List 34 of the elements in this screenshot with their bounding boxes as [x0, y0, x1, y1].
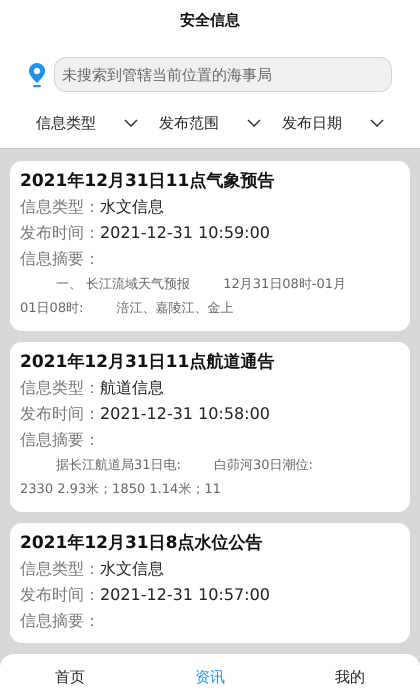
- card-title: 2021年12月31日8点水位公告: [20, 532, 264, 555]
- filter-dropdown[interactable]: 信息类型: [36, 112, 138, 134]
- field-label: 信息类型：: [20, 377, 100, 399]
- chevron-down-icon: [247, 119, 261, 127]
- field-value: 水文信息: [100, 558, 164, 580]
- card-title: 2021年12月31日11点航道通告: [20, 351, 276, 374]
- search-field[interactable]: 未搜索到管辖当前位置的海事局: [54, 57, 392, 92]
- field-value: 2021-12-31 10:58:00: [100, 403, 270, 425]
- location-pin-icon[interactable]: [28, 62, 46, 88]
- field-label: 发布时间：: [20, 403, 100, 425]
- tab[interactable]: 首页: [0, 666, 140, 688]
- filter-dropdown[interactable]: 发布日期: [282, 112, 384, 134]
- field-value: 航道信息: [100, 377, 164, 399]
- info-card[interactable]: 2021年12月31日11点气象预告 信息类型：水文信息 发布时间：2021-12-31 10:59:00 信息摘要： 一、 长江流域天气预报 12月31日08时-01月 01日08时: 涪江、嘉陵江、金上: [10, 161, 410, 331]
- info-card[interactable]: 2021年12月31日11点航道通告 信息类型：航道信息 发布时间：2021-12-31 10:58:00 信息摘要： 据长江航道局31日电: 白茆河30日潮位: 2330 2.93米；1850 1.14米；11: [10, 342, 410, 512]
- chevron-down-icon: [370, 119, 384, 127]
- field-label: 信息摘要：: [20, 248, 101, 270]
- page-title: 安全信息: [180, 10, 240, 31]
- filter-dropdown[interactable]: 发布范围: [159, 112, 261, 134]
- field-label: 信息类型：: [20, 558, 100, 580]
- info-card[interactable]: 2021年12月31日8点水位公告 信息类型：水文信息 发布时间：2021-12-31 10:57:00 信息摘要：: [10, 523, 410, 643]
- card-title: 2021年12月31日11点气象预告: [20, 170, 276, 193]
- field-value: 水文信息: [100, 196, 164, 218]
- field-label: 信息摘要：: [20, 429, 101, 451]
- field-label: 信息摘要：: [20, 610, 101, 632]
- tab[interactable]: 我的: [280, 666, 420, 688]
- chevron-down-icon: [124, 119, 138, 127]
- field-value: 2021-12-31 10:59:00: [100, 222, 270, 244]
- summary-text: 据长江航道局31日电: 白茆河30日潮位: 2330 2.93米；1850 1.14米；11: [20, 457, 314, 499]
- field-label: 发布时间：: [20, 584, 100, 606]
- summary-text: 一、 长江流域天气预报 12月31日08时-01月 01日08时: 涪江、嘉陵江、金上: [20, 276, 348, 318]
- field-label: 信息类型：: [20, 196, 100, 218]
- field-label: 发布时间：: [20, 222, 100, 244]
- field-value: 2021-12-31 10:57:00: [100, 584, 270, 606]
